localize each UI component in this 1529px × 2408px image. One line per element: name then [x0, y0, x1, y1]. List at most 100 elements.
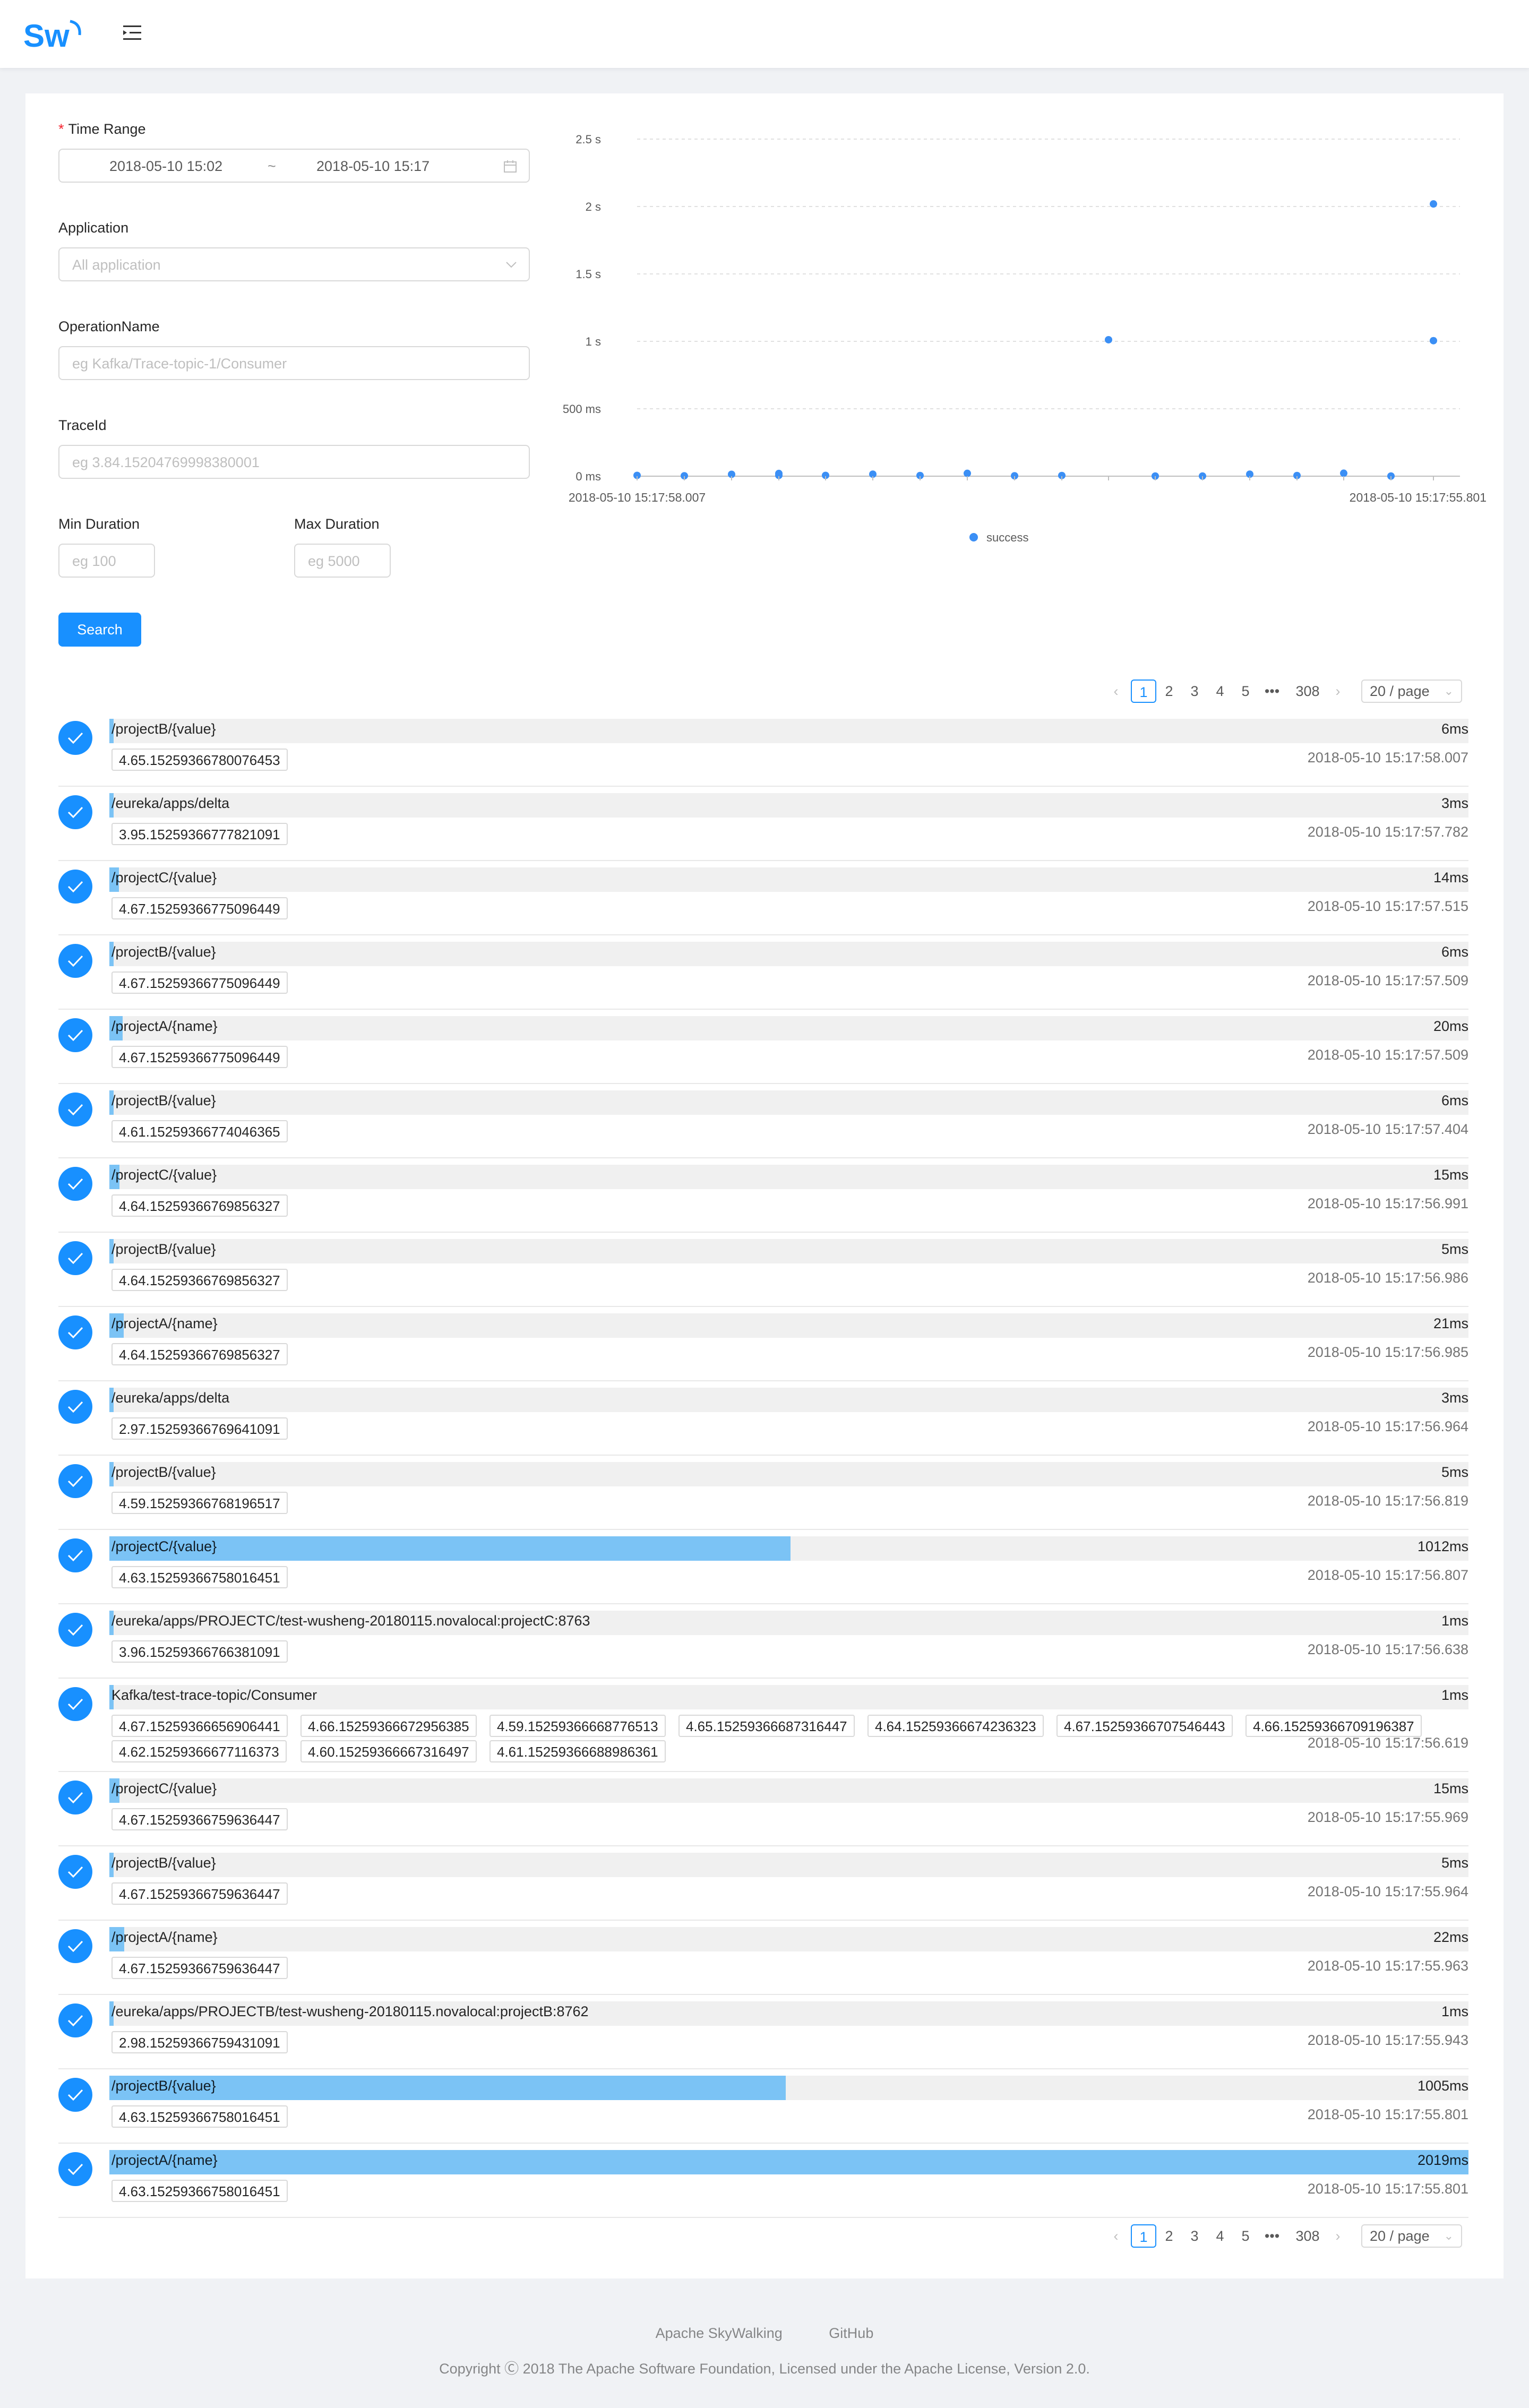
data-point[interactable] — [964, 469, 971, 477]
trace-id-tag[interactable]: 4.67.15259366656906441 — [111, 1715, 288, 1737]
trace-row[interactable]: /projectB/{value} 1005ms 2018-05-10 15:17:… — [58, 2076, 1468, 2144]
min-duration-input[interactable]: eg 100 — [58, 544, 155, 578]
trace-id-tag[interactable]: 4.67.15259366759636447 — [111, 1957, 288, 1979]
trace-id-tag[interactable]: 4.67.15259366759636447 — [111, 1882, 288, 1905]
trace-row[interactable]: /projectA/{name} 21ms 2018-05-10 15:17:56.… — [58, 1313, 1468, 1381]
operation-name[interactable]: /projectC/{value} — [111, 1167, 217, 1183]
trace-row[interactable]: /projectB/{value} 5ms 2018-05-10 15:17:56.… — [58, 1462, 1468, 1530]
trace-id-tag[interactable]: 4.65.15259366780076453 — [111, 749, 288, 771]
operation-name[interactable]: Kafka/test-trace-topic/Consumer — [111, 1687, 317, 1704]
menu-fold-icon[interactable] — [121, 21, 144, 45]
pager-top-page-3[interactable]: 3 — [1182, 680, 1207, 703]
operation-name[interactable]: /eureka/apps/delta — [111, 795, 229, 812]
operation-name[interactable]: /projectB/{value} — [111, 721, 216, 737]
pager-bottom-page-3[interactable]: 3 — [1182, 2224, 1207, 2248]
trace-id-tag[interactable]: 4.63.15259366758016451 — [111, 2180, 288, 2202]
operation-name[interactable]: /projectB/{value} — [111, 1093, 216, 1109]
search-button[interactable]: Search — [58, 613, 141, 647]
trace-id-tag[interactable]: 4.67.15259366775096449 — [111, 1046, 288, 1068]
success-check-icon[interactable] — [58, 1167, 92, 1201]
pager-top-page-1[interactable]: 1 — [1131, 680, 1156, 703]
application-select[interactable]: All application — [58, 247, 530, 281]
operation-name[interactable]: /projectA/{name} — [111, 1929, 218, 1946]
trace-row[interactable]: /projectA/{name} 22ms 2018-05-10 15:17:55.… — [58, 1927, 1468, 1995]
pager-top-page-4[interactable]: 4 — [1207, 680, 1233, 703]
time-start-value[interactable]: 2018-05-10 15:02 — [109, 158, 222, 175]
success-check-icon[interactable] — [58, 870, 92, 904]
pager-top-page-last[interactable]: 308 — [1289, 680, 1326, 703]
success-check-icon[interactable] — [58, 1929, 92, 1963]
pager-top-prev-icon[interactable]: ‹ — [1110, 680, 1122, 703]
time-end-value[interactable]: 2018-05-10 15:17 — [316, 158, 430, 175]
trace-id-tag[interactable]: 2.98.15259366759431091 — [111, 2031, 288, 2053]
data-point[interactable] — [775, 469, 783, 477]
operation-name[interactable]: /projectB/{value} — [111, 1241, 216, 1258]
operation-name[interactable]: /projectB/{value} — [111, 2078, 216, 2094]
trace-id-tag[interactable]: 4.59.15259366668776513 — [489, 1715, 666, 1737]
success-check-icon[interactable] — [58, 1315, 92, 1349]
trace-id-tag[interactable]: 4.66.15259366709196387 — [1245, 1715, 1422, 1737]
trace-row[interactable]: /projectA/{name} 2019ms 2018-05-10 15:17:5… — [58, 2150, 1468, 2218]
operation-name[interactable]: /projectA/{name} — [111, 1315, 218, 1332]
pager-top-ellipsis[interactable]: ••• — [1259, 680, 1285, 703]
operation-name[interactable]: /eureka/apps/PROJECTC/test-wusheng-20180… — [111, 1613, 590, 1629]
trace-row[interactable]: /eureka/apps/PROJECTB/test-wusheng-20180… — [58, 2001, 1468, 2069]
trace-id-tag[interactable]: 4.61.15259366688986361 — [489, 1740, 666, 1762]
trace-id-tag[interactable]: 4.60.15259366667316497 — [300, 1740, 477, 1762]
operation-name[interactable]: /projectB/{value} — [111, 944, 216, 960]
trace-id-tag[interactable]: 4.62.15259366677116373 — [111, 1740, 287, 1762]
success-check-icon[interactable] — [58, 1538, 92, 1572]
pager-bottom-page-1[interactable]: 1 — [1131, 2224, 1156, 2248]
trace-id-tag[interactable]: 4.66.15259366672956385 — [300, 1715, 477, 1737]
operation-name[interactable]: /projectC/{value} — [111, 870, 217, 886]
operation-name[interactable]: /projectA/{name} — [111, 2152, 218, 2169]
trace-id-tag[interactable]: 4.67.15259366707546443 — [1056, 1715, 1233, 1737]
data-point[interactable] — [1340, 469, 1347, 477]
trace-row[interactable]: /projectC/{value} 1012ms 2018-05-10 15:17:… — [58, 1536, 1468, 1604]
trace-id-tag[interactable]: 4.67.15259366775096449 — [111, 971, 288, 994]
legend-marker[interactable] — [969, 533, 978, 541]
trace-row[interactable]: /projectC/{value} 15ms 2018-05-10 15:17:56… — [58, 1165, 1468, 1233]
success-check-icon[interactable] — [58, 944, 92, 978]
footer-link-github[interactable]: GitHub — [829, 2325, 873, 2341]
trace-row[interactable]: /eureka/apps/delta 3ms 2018-05-10 15:17:56… — [58, 1388, 1468, 1456]
data-point[interactable] — [1430, 337, 1437, 345]
operation-name[interactable]: /projectB/{value} — [111, 1855, 216, 1871]
trace-id-tag[interactable]: 2.97.15259366769641091 — [111, 1417, 288, 1440]
pager-bottom-prev-icon[interactable]: ‹ — [1110, 2224, 1122, 2248]
operation-name[interactable]: /eureka/apps/delta — [111, 1390, 229, 1406]
trace-id-tag[interactable]: 3.95.15259366777821091 — [111, 823, 288, 845]
trace-row[interactable]: /projectC/{value} 15ms 2018-05-10 15:17:55… — [58, 1778, 1468, 1846]
success-check-icon[interactable] — [58, 2003, 92, 2037]
trace-row[interactable]: /projectB/{value} 6ms 2018-05-10 15:17:58.… — [58, 719, 1468, 787]
operation-name-input[interactable]: eg Kafka/Trace-topic-1/Consumer — [58, 346, 530, 380]
time-range-picker[interactable]: 2018-05-10 15:02 ~ 2018-05-10 15:17 — [58, 149, 530, 183]
trace-id-tag[interactable]: 4.64.15259366769856327 — [111, 1269, 288, 1291]
trace-id-tag[interactable]: 4.64.15259366674236323 — [867, 1715, 1044, 1737]
trace-id-tag[interactable]: 3.96.15259366766381091 — [111, 1640, 288, 1663]
trace-row[interactable]: /projectC/{value} 14ms 2018-05-10 15:17:57… — [58, 867, 1468, 935]
pager-bottom-page-5[interactable]: 5 — [1233, 2224, 1258, 2248]
pager-top-page-size-select[interactable]: 20 / page ⌄ — [1361, 680, 1462, 703]
success-check-icon[interactable] — [58, 1241, 92, 1275]
trace-id-tag[interactable]: 4.64.15259366769856327 — [111, 1343, 288, 1365]
success-check-icon[interactable] — [58, 2152, 92, 2186]
trace-id-input[interactable]: eg 3.84.15204769998380001 — [58, 445, 530, 479]
success-check-icon[interactable] — [58, 1781, 92, 1814]
trace-row[interactable]: /eureka/apps/PROJECTC/test-wusheng-20180… — [58, 1611, 1468, 1679]
pager-bottom-ellipsis[interactable]: ••• — [1259, 2224, 1285, 2248]
data-point[interactable] — [1430, 200, 1437, 208]
success-check-icon[interactable] — [58, 1613, 92, 1647]
footer-link-skywalking[interactable]: Apache SkyWalking — [656, 2325, 783, 2341]
trace-row[interactable]: /projectB/{value} 6ms 2018-05-10 15:17:57.… — [58, 1090, 1468, 1158]
pager-top-next-icon[interactable]: › — [1332, 680, 1344, 703]
pager-bottom-page-4[interactable]: 4 — [1207, 2224, 1233, 2248]
success-check-icon[interactable] — [58, 1464, 92, 1498]
success-check-icon[interactable] — [58, 1018, 92, 1052]
trace-row[interactable]: /projectB/{value} 6ms 2018-05-10 15:17:57.… — [58, 942, 1468, 1010]
operation-name[interactable]: /eureka/apps/PROJECTB/test-wusheng-20180… — [111, 2003, 589, 2020]
trace-row[interactable]: /projectB/{value} 5ms 2018-05-10 15:17:56.… — [58, 1239, 1468, 1307]
trace-id-tag[interactable]: 4.59.15259366768196517 — [111, 1492, 288, 1514]
data-point[interactable] — [1105, 336, 1112, 343]
trace-id-tag[interactable]: 4.63.15259366758016451 — [111, 1566, 288, 1588]
